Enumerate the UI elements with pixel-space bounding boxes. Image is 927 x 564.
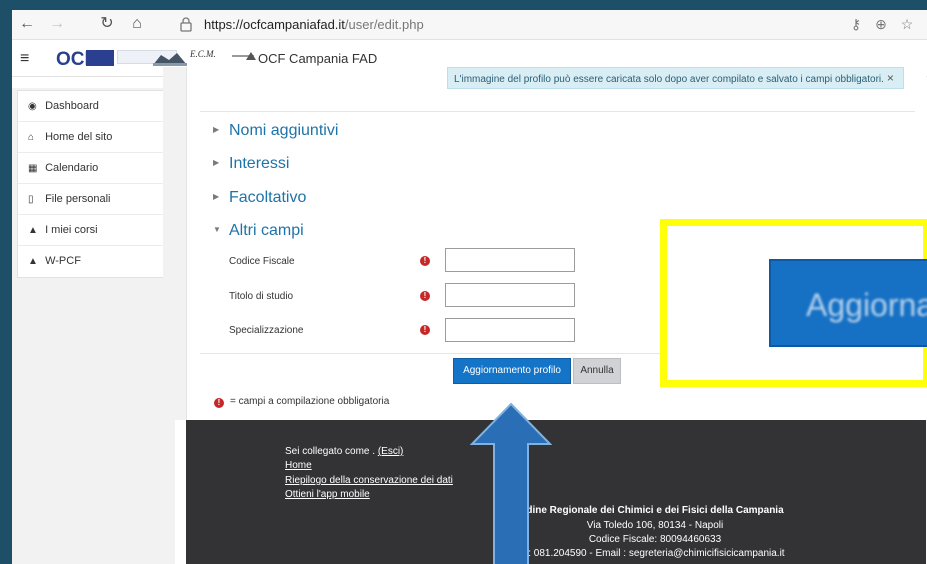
- sidebar-item-files[interactable]: ▯ File personali: [18, 184, 170, 215]
- lock-icon[interactable]: [179, 16, 193, 32]
- chevron-right-icon: ▶: [213, 192, 220, 201]
- ecm-logo-text: E.C.M.: [190, 49, 216, 59]
- close-icon[interactable]: ×: [887, 71, 894, 85]
- section-facoltativo[interactable]: ▶ Facoltativo: [213, 189, 306, 207]
- calendar-icon: ▦: [28, 163, 38, 174]
- logged-in-text: Sei collegato come . (Esci): [285, 446, 404, 457]
- titolo-studio-input[interactable]: [445, 283, 575, 307]
- graduation-cap-icon: ▲: [28, 256, 38, 267]
- site-name[interactable]: OCF Campania FAD: [258, 51, 377, 66]
- favorite-icon[interactable]: ☆: [898, 15, 916, 33]
- required-icon: !: [214, 398, 224, 408]
- mini-logo-icon: [232, 52, 256, 60]
- dashboard-icon: ◉: [28, 101, 37, 112]
- footer-link-mobile-app[interactable]: Ottieni l'app mobile: [285, 489, 370, 500]
- footer-link-data-retention[interactable]: Riepilogo della conservazione dei dati: [285, 475, 453, 486]
- cancel-button[interactable]: Annulla: [573, 358, 621, 384]
- sidebar-item-home[interactable]: ⌂ Home del sito: [18, 122, 170, 153]
- sidebar: ◉ Dashboard ⌂ Home del sito ▦ Calendario…: [12, 88, 175, 564]
- chevron-right-icon: ▶: [213, 125, 220, 134]
- codice-fiscale-input[interactable]: [445, 248, 575, 272]
- required-icon: !: [420, 256, 430, 266]
- home-icon: ⌂: [28, 132, 35, 143]
- ocf-logo[interactable]: OCF: [56, 47, 116, 69]
- sidebar-item-wpcf[interactable]: ▲ W-PCF: [18, 246, 170, 277]
- zoomed-update-button: Aggiorna: [769, 259, 927, 347]
- home-browser-icon[interactable]: ⌂: [126, 13, 148, 35]
- sidebar-item-my-courses[interactable]: ▲ I miei corsi: [18, 215, 170, 246]
- nav-drawer: ◉ Dashboard ⌂ Home del sito ▦ Calendario…: [17, 90, 171, 278]
- arrow-up-icon: [469, 402, 553, 564]
- zoom-icon[interactable]: ⊕: [872, 15, 890, 33]
- required-legend: ! = campi a compilazione obbligatoria: [214, 396, 389, 408]
- divider: [200, 111, 915, 112]
- alert-text: L'immagine del profilo può essere carica…: [454, 74, 884, 85]
- footer-link-home[interactable]: Home: [285, 460, 312, 471]
- ecm-logo: E.C.M.: [190, 50, 228, 68]
- zoomed-button-text: Aggiorna: [806, 287, 927, 323]
- codice-fiscale-label: Codice Fiscale: [229, 256, 295, 267]
- key-icon[interactable]: ⚷: [847, 15, 865, 33]
- section-nomi-aggiuntivi[interactable]: ▶ Nomi aggiuntivi: [213, 122, 338, 140]
- zoom-callout: Aggiorna: [660, 219, 927, 387]
- reload-icon[interactable]: ↻: [96, 13, 118, 35]
- sidebar-item-calendar[interactable]: ▦ Calendario: [18, 153, 170, 184]
- required-icon: !: [420, 325, 430, 335]
- chevron-down-icon: ▼: [213, 225, 221, 234]
- logout-link[interactable]: (Esci): [378, 446, 404, 457]
- building-logo-icon: [153, 53, 187, 66]
- section-altri-campi[interactable]: ▼ Altri campi: [213, 222, 304, 240]
- forward-icon[interactable]: →: [46, 13, 68, 35]
- sidebar-item-dashboard[interactable]: ◉ Dashboard: [18, 91, 170, 122]
- back-icon[interactable]: ←: [16, 13, 38, 35]
- chevron-right-icon: ▶: [213, 158, 220, 167]
- section-interessi[interactable]: ▶ Interessi: [213, 155, 289, 173]
- menu-icon[interactable]: ≡: [20, 50, 29, 68]
- profile-image-alert: L'immagine del profilo può essere carica…: [447, 67, 904, 89]
- address-bar[interactable]: https://ocfcampaniafad.it/user/edit.php: [204, 17, 424, 32]
- file-icon: ▯: [28, 194, 34, 205]
- specializzazione-input[interactable]: [445, 318, 575, 342]
- required-icon: !: [420, 291, 430, 301]
- titolo-studio-label: Titolo di studio: [229, 291, 294, 302]
- graduation-cap-icon: ▲: [28, 225, 38, 236]
- browser-toolbar: ← → ↻ ⌂ https://ocfcampaniafad.it/user/e…: [12, 10, 927, 40]
- update-profile-button[interactable]: Aggiornamento profilo: [453, 358, 571, 384]
- specializzazione-label: Specializzazione: [229, 325, 304, 336]
